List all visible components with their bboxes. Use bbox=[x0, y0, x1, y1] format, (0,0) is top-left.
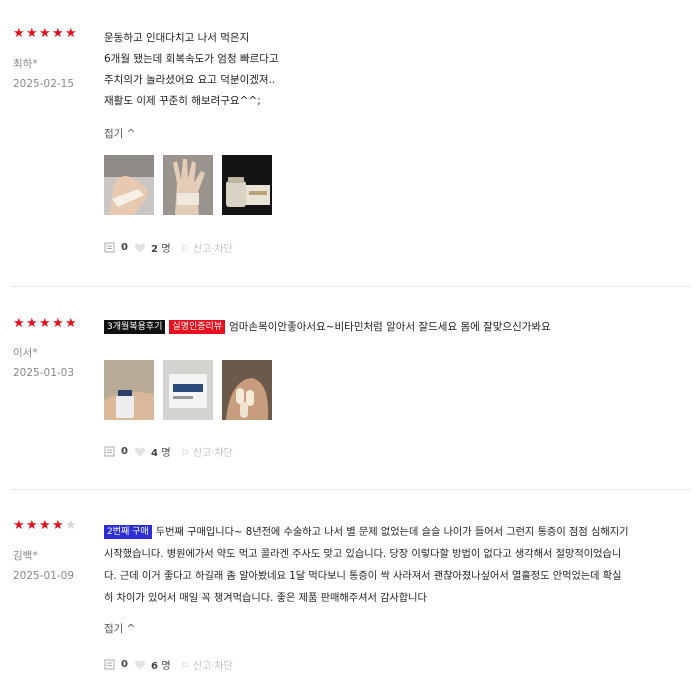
comment-icon[interactable] bbox=[104, 446, 116, 458]
bottle-photo[interactable] bbox=[104, 360, 154, 420]
fold-button[interactable]: 접기 ^ bbox=[104, 126, 135, 141]
review-date: 2025-01-03 bbox=[13, 367, 75, 379]
star-icon: ★ bbox=[26, 316, 38, 331]
box-photo[interactable] bbox=[163, 360, 213, 420]
review-line: 6개월 됐는데 회복속도가 엄청 빠르다고 bbox=[104, 53, 279, 65]
review-divider bbox=[10, 489, 690, 490]
star-icon: ★ bbox=[52, 26, 64, 41]
star-icon: ★ bbox=[39, 518, 51, 533]
star-icon: ★ bbox=[39, 26, 51, 41]
star-icon: ★ bbox=[26, 518, 38, 533]
review-author: 최하* bbox=[13, 58, 38, 70]
verified-badge: 실명인증리뷰 bbox=[169, 320, 226, 334]
capsule-photo[interactable] bbox=[222, 360, 272, 420]
review-actions: 0 2 명 ⚐ 신고·차단 bbox=[104, 240, 233, 255]
comment-count: 0 bbox=[121, 446, 128, 457]
report-block-link[interactable]: ⚐ 신고·차단 bbox=[181, 240, 233, 255]
like-count: 4 명 bbox=[150, 448, 171, 459]
review-line: 엄마손목이안좋아서요~비타민처럼 알아서 잘드세요 몸에 잘맞으신가봐요 bbox=[229, 321, 551, 333]
like-count: 6 명 bbox=[150, 661, 171, 672]
star-icon: ★ bbox=[13, 26, 25, 41]
product-photo[interactable] bbox=[222, 155, 272, 215]
duration-badge: 3개월복용후기 bbox=[104, 320, 166, 334]
review-date: 2025-01-09 bbox=[13, 570, 75, 582]
star-icon: ★ bbox=[65, 26, 77, 41]
review-line: 재활도 이제 꾸준히 해보려구요^^; bbox=[104, 95, 261, 107]
star-icon: ★ bbox=[52, 316, 64, 331]
review-author: 김백* bbox=[13, 550, 38, 562]
star-icon: ★ bbox=[13, 518, 25, 533]
review-line: 주치의가 놀라셨어요 요고 덕분이겠져.. bbox=[104, 74, 276, 86]
review-actions: 0 4 명 ⚐ 신고·차단 bbox=[104, 444, 233, 459]
review-actions: 0 6 명 ⚐ 신고·차단 bbox=[104, 657, 233, 672]
review-line: 다. 근데 이거 좋다고 하길래 좀 알아봤네요 1달 먹다보니 통증이 싹 사… bbox=[104, 571, 622, 582]
review-line: 히 차이가 있어서 매일 꼭 챙겨먹습니다. 좋은 제품 판매해주셔서 감사합니… bbox=[104, 593, 427, 604]
review-date: 2025-02-15 bbox=[13, 78, 75, 90]
review-line: 시작했습니다. 병원에가서 약도 먹고 콜라겐 주사도 맞고 있습니다. 당장 … bbox=[104, 549, 622, 560]
review-photos bbox=[104, 360, 272, 420]
comment-count: 0 bbox=[121, 659, 128, 670]
review-divider bbox=[10, 286, 690, 287]
heart-icon[interactable] bbox=[134, 242, 146, 254]
review-text: 2번째 구매 두번째 구매입니다~ 8년전에 수술하고 나서 별 문제 없었는데 … bbox=[104, 522, 694, 610]
report-block-link[interactable]: ⚐ 신고·차단 bbox=[181, 657, 233, 672]
hand-photo-2[interactable] bbox=[163, 155, 213, 215]
review-author: 이서* bbox=[13, 347, 38, 359]
star-icon: ★ bbox=[26, 26, 38, 41]
star-rating: ★ ★ ★ ★ ★ bbox=[13, 26, 77, 41]
review-line: 2번째 구매 두번째 구매입니다~ 8년전에 수술하고 나서 별 문제 없었는데 … bbox=[104, 522, 694, 544]
report-block-link[interactable]: ⚐ 신고·차단 bbox=[181, 444, 233, 459]
heart-icon[interactable] bbox=[134, 446, 146, 458]
fold-button[interactable]: 접기 ^ bbox=[104, 621, 135, 636]
star-rating: ★ ★ ★ ★ ★ bbox=[13, 316, 77, 331]
repurchase-badge: 2번째 구매 bbox=[104, 525, 152, 539]
review-text: 3개월복용후기 실명인증리뷰 엄마손목이안좋아서요~비타민처럼 알아서 잘드세요 몸… bbox=[104, 317, 694, 338]
star-icon: ★ bbox=[39, 316, 51, 331]
star-icon: ★ bbox=[13, 316, 25, 331]
star-icon: ★ bbox=[52, 518, 64, 533]
comment-icon[interactable] bbox=[104, 242, 116, 254]
star-rating: ★ ★ ★ ★ ★ bbox=[13, 518, 77, 533]
hand-photo-1[interactable] bbox=[104, 155, 154, 215]
comment-icon[interactable] bbox=[104, 659, 116, 671]
review-text: 운동하고 인대다치고 나서 먹은지 6개월 됐는데 회복속도가 엄청 빠르다고 … bbox=[104, 28, 694, 112]
star-icon: ★ bbox=[65, 518, 77, 533]
comment-count: 0 bbox=[121, 242, 128, 253]
heart-icon[interactable] bbox=[134, 659, 146, 671]
review-photos bbox=[104, 155, 272, 215]
star-icon: ★ bbox=[65, 316, 77, 331]
review-line: 운동하고 인대다치고 나서 먹은지 bbox=[104, 32, 250, 44]
like-count: 2 명 bbox=[150, 244, 171, 255]
